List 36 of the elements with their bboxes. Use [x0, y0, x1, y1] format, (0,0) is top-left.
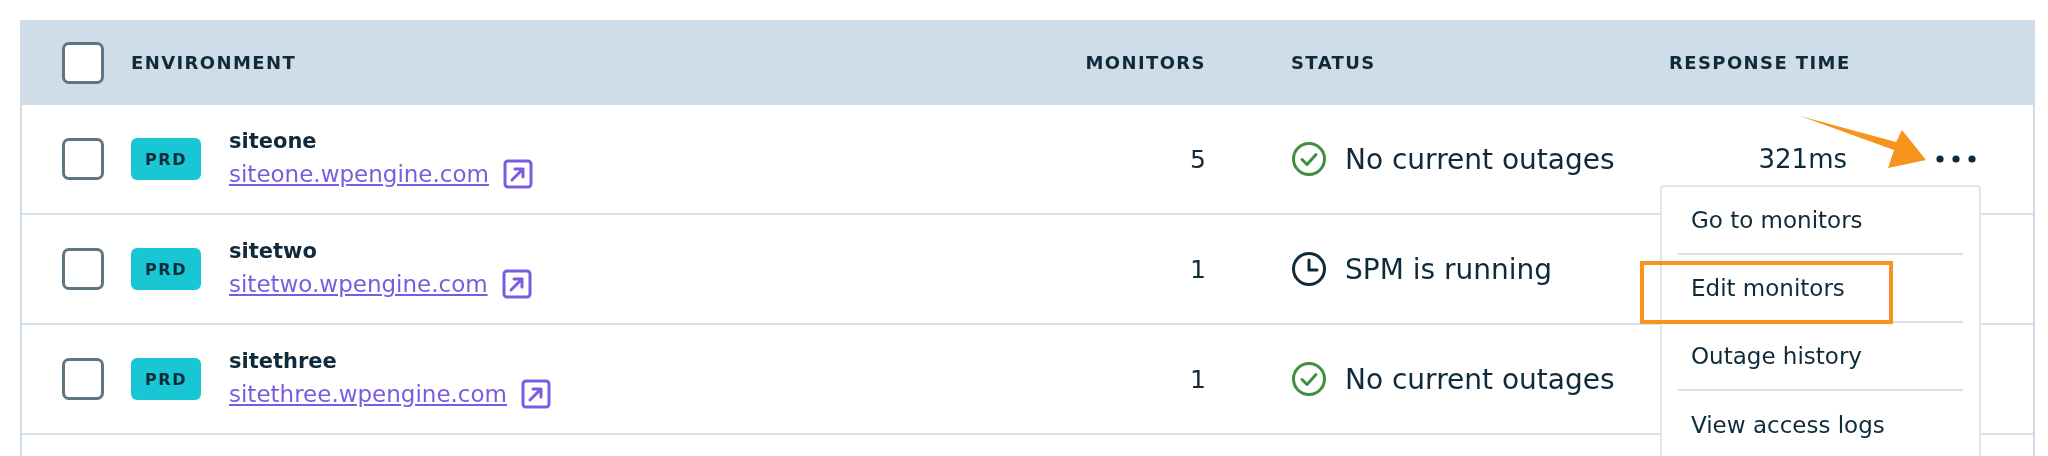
- menu-item[interactable]: Outage history: [1678, 323, 1963, 391]
- menu-item[interactable]: Go to monitors: [1678, 187, 1963, 255]
- site-link[interactable]: siteone.wpengine.com: [229, 161, 489, 187]
- environment-badge: PRD: [131, 138, 201, 180]
- monitor-count: 5: [1190, 144, 1206, 174]
- column-header: ENVIRONMENT: [131, 52, 297, 73]
- response-time: 321ms: [1758, 144, 1847, 174]
- ellipsis-icon: [1935, 154, 1977, 164]
- monitor-count: 1: [1190, 254, 1206, 284]
- status-text: No current outages: [1345, 142, 1615, 176]
- check-circle-icon: [1291, 141, 1327, 177]
- menu-item[interactable]: View access logs: [1678, 391, 1963, 456]
- site-name: sitethree: [229, 349, 338, 373]
- column-header: RESPONSE TIME: [1669, 52, 1851, 73]
- environment-badge: PRD: [131, 358, 201, 400]
- external-link-icon: [521, 379, 551, 409]
- site-link[interactable]: sitetwo.wpengine.com: [229, 271, 488, 297]
- column-header: STATUS: [1291, 52, 1376, 73]
- external-link-icon: [501, 269, 532, 299]
- status-text: SPM is running: [1345, 252, 1553, 286]
- menu-item[interactable]: Edit monitors: [1678, 255, 1963, 323]
- check-circle-icon: [1291, 361, 1327, 397]
- monitor-count: 1: [1190, 364, 1206, 394]
- checkbox[interactable]: [62, 248, 104, 290]
- more-options-button[interactable]: [1935, 152, 1977, 166]
- site-link[interactable]: sitethree.wpengine.com: [229, 381, 507, 407]
- site-name: sitetwo: [229, 239, 318, 263]
- site-name: siteone: [229, 129, 318, 153]
- checkbox[interactable]: [62, 358, 104, 400]
- column-header: MONITORS: [1085, 52, 1206, 73]
- clock-icon: [1291, 251, 1327, 287]
- environment-badge: PRD: [131, 248, 201, 290]
- status-text: No current outages: [1345, 362, 1615, 396]
- checkbox[interactable]: [62, 138, 104, 180]
- checkbox[interactable]: [62, 41, 104, 84]
- external-link-icon: [502, 159, 533, 189]
